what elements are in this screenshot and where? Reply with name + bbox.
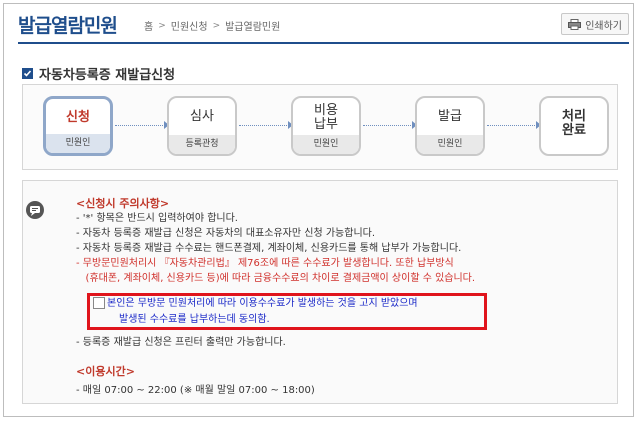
step-label: 비용 납부 [314, 103, 338, 132]
step-payment: 비용 납부 민원인 [291, 96, 361, 156]
consent-text: 본인은 무방문 민원처리에 따라 이용수수료가 발생하는 것을 고지 받았으며 … [107, 296, 418, 328]
step-sub: 민원인 [46, 134, 110, 153]
breadcrumb-apply[interactable]: 민원신청 [171, 18, 208, 33]
step-label: 발급 [438, 109, 462, 124]
step-complete: 처리 완료 [539, 96, 609, 156]
notice-line: - 자동차 등록증 재발급 신청은 자동차의 대표소유자만 신청 가능합니다. [76, 228, 376, 239]
step-label: 신청 [66, 110, 90, 125]
consent-line2: 발생된 수수료를 납부하는데 동의함. [119, 314, 270, 325]
notice-line: - 자동차 등록증 재발급 수수료는 핸드폰결제, 계좌이체, 신용카드를 통해… [76, 243, 462, 254]
checkbox-icon [22, 68, 33, 79]
step-sub: 민원인 [293, 135, 359, 154]
breadcrumb-current: 발급열람민원 [225, 22, 281, 33]
step-label: 심사 [190, 109, 214, 124]
step-sub: 등록관청 [169, 135, 235, 154]
printer-icon [568, 18, 582, 30]
breadcrumb: 홈 > 민원신청 > 발급열람민원 [144, 18, 281, 34]
chevron-right-icon: > [158, 20, 166, 31]
arrow-icon [239, 121, 293, 129]
breadcrumb-home[interactable]: 홈 [144, 18, 153, 33]
notice-line: - '*' 항목은 반드시 입력하여야 합니다. [76, 213, 238, 224]
section-title: 자동차등록증 재발급신청 [22, 64, 175, 83]
arrow-icon [363, 121, 417, 129]
step-apply: 신청 민원인 [43, 96, 113, 156]
consent-line1: 본인은 무방문 민원처리에 따라 이용수수료가 발생하는 것을 고지 받았으며 [107, 298, 418, 309]
step-review: 심사 등록관청 [167, 96, 237, 156]
arrow-icon [487, 121, 541, 129]
section-title-text: 자동차등록증 재발급신청 [39, 68, 176, 83]
notice-line-fee-detail: (휴대폰, 계좌이체, 신용카드 등)에 따라 금융수수료의 차이로 결제금액이… [76, 273, 476, 284]
hours-heading: <이용시간> [76, 365, 135, 378]
step-label: 처리 완료 [562, 109, 586, 138]
speech-bubble-icon [26, 201, 44, 219]
printer-only-note: - 등록증 재발급 신청은 프린터 출력만 가능합니다. [76, 337, 286, 348]
consent-checkbox[interactable] [93, 297, 105, 309]
hours-line: - 매일 07:00 ~ 22:00 (※ 매월 말일 07:00 ~ 18:0… [76, 385, 315, 396]
process-steps: 신청 민원인 심사 등록관청 비용 납부 민원인 발급 민원인 처리 완료 [22, 84, 618, 170]
notice-line-fee: - 무방문민원처리시 『자동차관리법』 제76조에 따른 수수료가 발생합니다.… [76, 258, 454, 269]
header-divider [18, 42, 629, 44]
page-header: 발급열람민원 홈 > 민원신청 > 발급열람민원 인쇄하기 [18, 11, 629, 37]
notice-heading: <신청시 주의사항> [76, 197, 170, 210]
notice-content: <신청시 주의사항> - '*' 항목은 반드시 입력하여야 합니다. - 자동… [76, 196, 616, 286]
page-title: 발급열람민원 [18, 15, 118, 37]
chevron-right-icon: > [212, 20, 221, 31]
step-sub: 민원인 [417, 135, 483, 154]
print-button[interactable]: 인쇄하기 [561, 13, 629, 35]
arrow-icon [115, 121, 169, 129]
print-button-label: 인쇄하기 [585, 20, 622, 32]
step-issue: 발급 민원인 [415, 96, 485, 156]
